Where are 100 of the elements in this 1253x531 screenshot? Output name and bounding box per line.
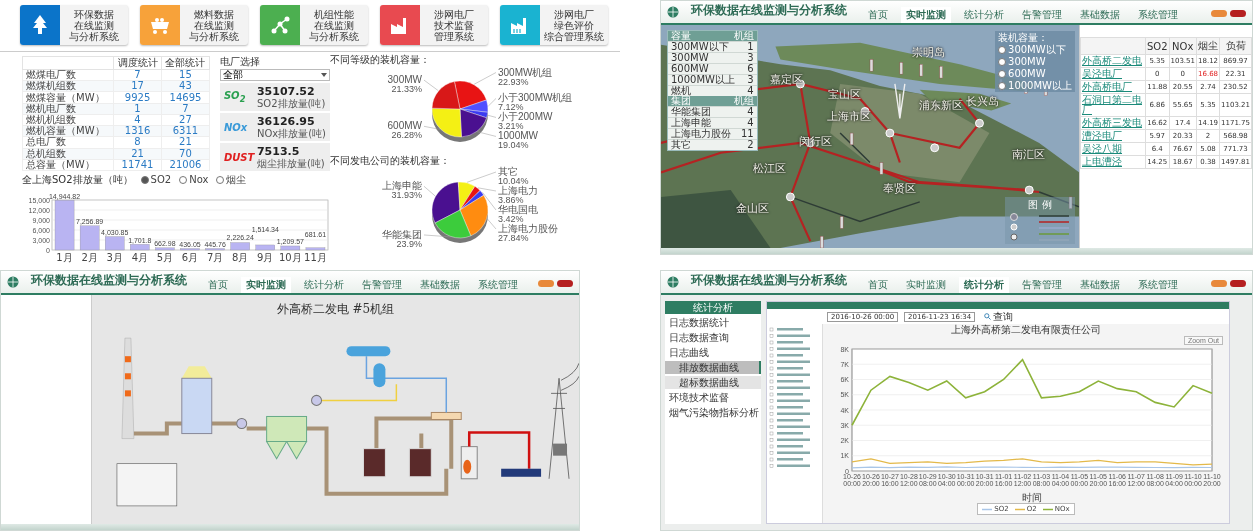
plant-link[interactable]: 漕泾电厂 [1080, 129, 1146, 143]
header-button[interactable] [1230, 10, 1246, 17]
sidebar-item[interactable]: 日志数据统计 [665, 316, 761, 329]
nav-tab[interactable]: 实时监测 [241, 277, 291, 295]
nav-tab[interactable]: 首页 [863, 277, 893, 295]
capacity-option[interactable]: 300MW以下 [998, 44, 1072, 55]
header-button[interactable] [1230, 280, 1246, 287]
nav-tab[interactable]: 实时监测 [901, 7, 951, 25]
sidebar-item[interactable]: 环境技术监督 [665, 391, 761, 404]
table-cell: 1000MW以上 [671, 75, 735, 85]
app-tile[interactable]: 环保数据 在线监测 与分析系统 [20, 5, 128, 45]
value-label: 19.04% [498, 140, 529, 151]
plant-link[interactable]: 石洞口第二电厂 [1080, 93, 1146, 117]
district-label: 南汇区 [1012, 146, 1046, 162]
select-label: 电厂选择 [219, 56, 261, 67]
legend-option[interactable]: SO2 [140, 174, 172, 185]
bar [130, 244, 150, 251]
row-label: 总容量（MW） [22, 159, 114, 171]
sidebar-item[interactable]: 日志曲线 [665, 346, 761, 359]
slice-label: 上海电力股份 [498, 223, 558, 234]
axis-tick-label: 3月 [106, 252, 123, 263]
value-label: 26.28% [391, 130, 422, 141]
tile-label: 机组性能 [314, 8, 354, 20]
globe-logo-icon [667, 6, 679, 18]
capacity-option[interactable]: 600MW [998, 68, 1072, 79]
bar [79, 225, 100, 251]
sidebar-item[interactable]: 超标数据曲线 [665, 376, 761, 389]
sidebar-item[interactable]: 烟气污染物指标分析 [665, 406, 761, 419]
table-cell: 燃机 [671, 86, 691, 96]
row-label: 燃机容量（MW） [22, 125, 114, 137]
nav-tab[interactable]: 系统管理 [473, 277, 523, 295]
emission-value: 35107.52 [256, 85, 316, 98]
table-cell: 21 [113, 148, 162, 160]
row-label: 燃机电厂数 [22, 103, 114, 115]
table-cell: 1 [747, 42, 754, 52]
plant-link[interactable]: 吴泾八期 [1080, 142, 1146, 156]
nav-tab[interactable]: 系统管理 [1133, 277, 1183, 295]
header-button[interactable] [557, 280, 573, 287]
tile-label: 管理系统 [434, 30, 474, 42]
nav-tab[interactable]: 告警管理 [357, 277, 407, 295]
plant-select[interactable]: 全部 [219, 69, 330, 81]
axis-tick-label: 9月 [257, 252, 274, 263]
leader-line [477, 131, 497, 137]
sidebar-item[interactable]: 排放数据曲线 [665, 361, 761, 374]
app-tile[interactable]: 涉网电厂 技术监督 管理系统 [380, 5, 488, 45]
nav-tab[interactable]: 首页 [203, 277, 233, 295]
axis-tick-label: 11月 [304, 252, 327, 263]
sidebar-title: 统计分析 [665, 301, 761, 314]
plant-link[interactable]: 外高桥二发电 [1080, 54, 1146, 68]
app-tile[interactable]: 机组性能 在线监测 与分析系统 [260, 5, 368, 45]
nav-tab[interactable]: 统计分析 [959, 277, 1009, 295]
nav-tab[interactable]: 首页 [863, 7, 893, 25]
chart-title: 上海外高桥第二发电有限责任公司 [951, 324, 1101, 336]
emission-caption: 烟尘排放量(吨) [256, 157, 325, 169]
district-label: 嘉定区 [769, 71, 803, 86]
value-label: 22.93% [498, 76, 529, 87]
table-cell: 27 [161, 114, 210, 126]
nav-tab[interactable]: 告警管理 [1017, 7, 1067, 25]
district-label: 崇明岛 [912, 44, 945, 60]
leader-line [466, 171, 497, 183]
plant-link[interactable]: 外高桥电厂 [1080, 80, 1146, 94]
app-title: 环保数据在线监测与分析系统 [691, 2, 847, 19]
pollutant-label: SO$_{2}$ [223, 90, 247, 104]
app-tile[interactable]: 燃料数据 在线监测 与分析系统 [140, 5, 248, 45]
table-cell: 15 [161, 69, 210, 81]
nav-tab[interactable]: 告警管理 [1017, 277, 1067, 295]
leader-line [423, 234, 451, 238]
plant-link[interactable]: 吴泾电厂 [1080, 67, 1146, 81]
nav-tab[interactable]: 基础数据 [415, 277, 465, 295]
value-label: 7.12% [498, 102, 524, 113]
value-label: 3.42% [498, 214, 524, 224]
search-icon [984, 313, 992, 320]
legend-option[interactable]: Nox [179, 174, 209, 185]
legend-symbols-drawing [1009, 212, 1071, 242]
plant-link[interactable]: 外高桥三发电 [1080, 116, 1146, 130]
axis-label: 时间 [1022, 492, 1042, 503]
nav-tab[interactable]: 统计分析 [959, 7, 1009, 25]
slice-label: 其它 [498, 166, 518, 177]
value-label: 31.93% [391, 190, 422, 201]
nav-tab[interactable]: 基础数据 [1075, 277, 1125, 295]
nav-tab[interactable]: 实时监测 [901, 277, 951, 295]
district-label: 松江区 [753, 160, 787, 176]
app-tile[interactable]: 涉网电厂 绿色评价 综合管理系统 [500, 5, 608, 45]
search-button[interactable]: 查询 [981, 311, 1017, 322]
sidebar-item[interactable]: 日志数据查询 [665, 331, 761, 344]
plant-link[interactable]: 上电漕泾 [1080, 155, 1146, 169]
nav-tab[interactable]: 系统管理 [1133, 7, 1183, 25]
axis-tick-label: 1月 [56, 252, 73, 263]
table-cell: 华能集团 [671, 107, 711, 117]
chart-title: 全上海SO2排放量（吨） [22, 174, 133, 185]
nav-tab[interactable]: 统计分析 [299, 277, 349, 295]
value-label: 27.84% [498, 233, 529, 243]
capacity-option[interactable]: 300MW [998, 56, 1072, 67]
district-label: 金山区 [736, 200, 770, 216]
nav-tab[interactable]: 基础数据 [1075, 7, 1125, 25]
capacity-option[interactable]: 1000MW以上 [998, 80, 1072, 91]
slice-label: 小于300MW机组 [498, 92, 573, 104]
table-cell: 6311 [161, 125, 210, 137]
legend-option[interactable]: 烟尘 [216, 174, 247, 185]
value-label: 23.9% [396, 238, 422, 249]
